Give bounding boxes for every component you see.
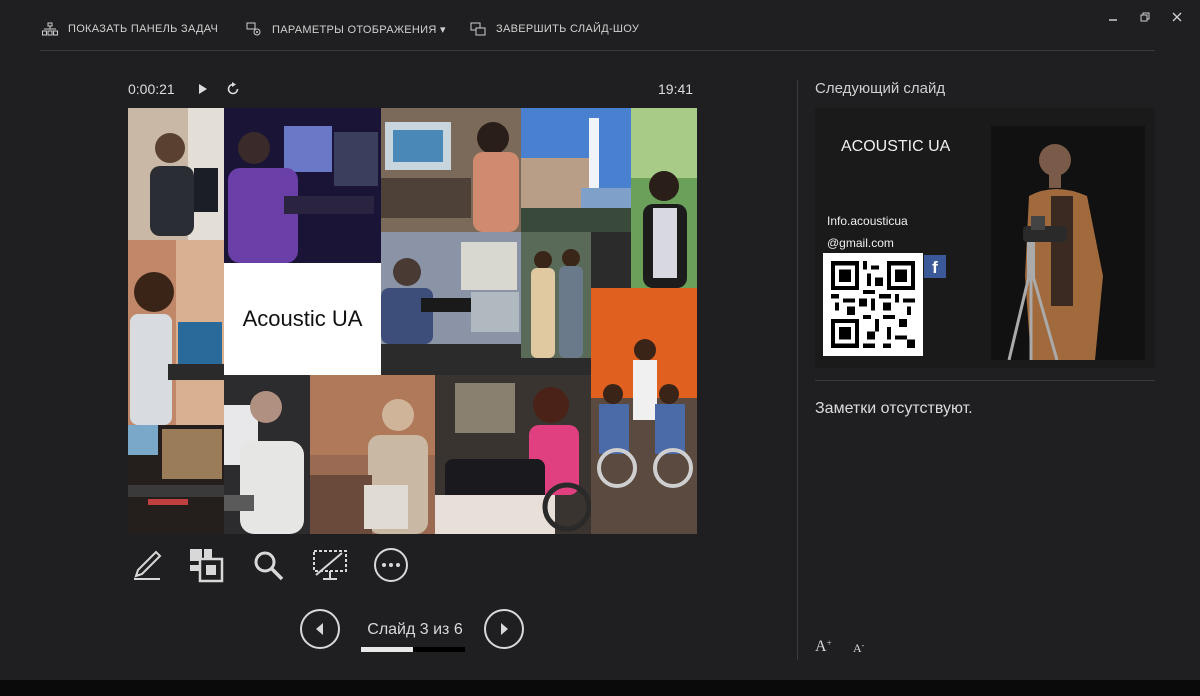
bottom-bar [0, 680, 1200, 696]
collage-photo [521, 108, 631, 232]
pen-tool-button[interactable] [128, 546, 166, 584]
zoom-button[interactable] [249, 546, 287, 584]
collage-photo [310, 375, 435, 534]
top-toolbar: ПОКАЗАТЬ ПАНЕЛЬ ЗАДАЧ ПАРАМЕТРЫ ОТОБРАЖЕ… [0, 0, 1200, 50]
reset-icon [227, 82, 239, 95]
previous-slide-button[interactable] [300, 609, 340, 649]
slide-progress-bar [361, 647, 465, 652]
elapsed-timer: 0:00:21 [128, 81, 175, 97]
collage-photo [128, 108, 224, 240]
minimize-icon [1109, 19, 1117, 21]
end-slideshow-button[interactable]: ЗАВЕРШИТЬ СЛАЙД-ШОУ [470, 18, 639, 40]
decrease-font-button[interactable]: A- [853, 641, 864, 656]
decrease-font-label: A [853, 641, 862, 655]
next-slide-heading: Следующий слайд [815, 80, 946, 97]
speaker-notes: Заметки отсутствуют. [815, 400, 973, 417]
qr-code [823, 253, 923, 356]
restore-button[interactable] [1134, 8, 1156, 26]
pause-timer-button[interactable] [195, 81, 211, 97]
collage-photo [224, 375, 310, 534]
email-line-2: @gmail.com [827, 236, 894, 250]
end-slideshow-label: ЗАВЕРШИТЬ СЛАЙД-ШОУ [496, 23, 640, 35]
more-icon [374, 548, 408, 582]
end-slideshow-icon [470, 22, 486, 36]
minimize-button[interactable] [1102, 8, 1124, 26]
display-settings-icon [246, 22, 261, 36]
show-taskbar-label: ПОКАЗАТЬ ПАНЕЛЬ ЗАДАЧ [68, 23, 219, 35]
collage-photo [521, 232, 591, 358]
collage-photo [381, 232, 521, 344]
close-window-button[interactable] [1166, 8, 1188, 26]
collage-photo [128, 240, 224, 425]
close-icon [1172, 12, 1182, 22]
slide-caption: Acoustic UA [224, 263, 381, 375]
arrow-left-icon [316, 623, 323, 635]
display-settings-label: ПАРАМЕТРЫ ОТОБРАЖЕНИЯ ▾ [272, 23, 446, 36]
taskbar-icon [42, 22, 58, 36]
collage-photo [381, 108, 521, 232]
slide-progress-fill [361, 647, 413, 652]
screen-icon [313, 550, 347, 580]
see-all-slides-button[interactable] [187, 546, 225, 584]
increase-font-label: A [815, 638, 827, 655]
restore-icon [1140, 12, 1150, 22]
next-slide-button[interactable] [484, 609, 524, 649]
pen-icon [134, 550, 162, 580]
all-slides-icon [190, 549, 224, 583]
display-settings-button[interactable]: ПАРАМЕТРЫ ОТОБРАЖЕНИЯ ▾ [246, 18, 446, 40]
arrow-right-icon [501, 623, 508, 635]
pane-divider [797, 80, 798, 660]
current-slide[interactable]: Acoustic UA [128, 108, 697, 534]
next-slide-title: ACOUSTIC UA [841, 138, 951, 155]
clock: 19:41 [658, 81, 694, 97]
slide-counter[interactable]: Слайд 3 из 6 [340, 621, 490, 639]
collage-photo [631, 108, 697, 288]
more-options-button[interactable] [372, 546, 410, 584]
collage-photo [591, 288, 697, 534]
magnifier-icon [254, 551, 284, 581]
increase-font-button[interactable]: A+ [815, 638, 832, 656]
next-slide-email: Info.acousticua @gmail.com [827, 210, 908, 254]
toolbar-divider [40, 50, 1155, 51]
next-slide-photo [991, 126, 1145, 360]
facebook-icon: f [924, 255, 946, 278]
collage-photo [128, 425, 224, 534]
collage-photo [224, 108, 381, 263]
play-icon [199, 84, 207, 94]
email-line-1: Info.acousticua [827, 214, 908, 228]
next-slide-preview[interactable]: ACOUSTIC UA Info.acousticua @gmail.com f [815, 108, 1155, 368]
show-taskbar-button[interactable]: ПОКАЗАТЬ ПАНЕЛЬ ЗАДАЧ [42, 18, 218, 40]
reset-timer-button[interactable] [225, 81, 241, 97]
collage-photo [435, 375, 591, 534]
notes-divider [815, 380, 1155, 381]
black-screen-button[interactable] [311, 546, 349, 584]
